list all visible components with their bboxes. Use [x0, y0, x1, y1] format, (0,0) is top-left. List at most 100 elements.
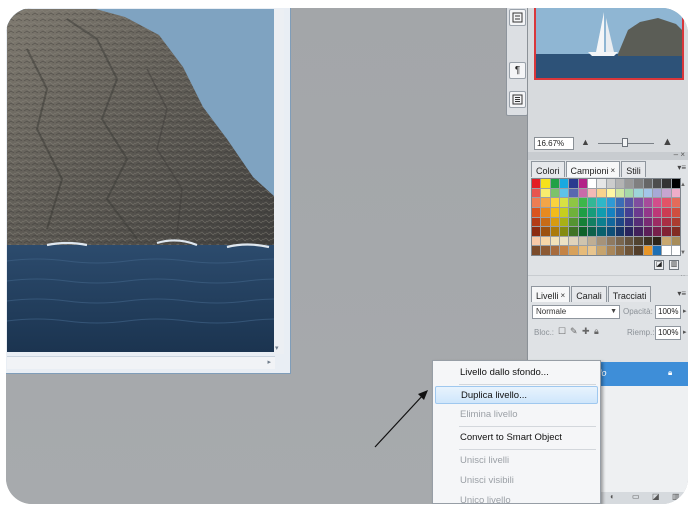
- color-swatch[interactable]: [643, 198, 653, 207]
- color-swatch[interactable]: [653, 207, 662, 217]
- color-swatch[interactable]: [550, 246, 559, 255]
- new-layer-icon[interactable]: ◪: [652, 492, 660, 501]
- color-swatch[interactable]: [559, 179, 569, 188]
- color-swatch[interactable]: [550, 188, 559, 198]
- color-swatch[interactable]: [578, 246, 587, 255]
- color-swatch[interactable]: [532, 227, 541, 236]
- color-swatch[interactable]: [643, 246, 653, 255]
- new-swatch-icon[interactable]: ◪: [654, 260, 664, 270]
- color-swatch[interactable]: [625, 217, 634, 227]
- color-swatch[interactable]: [662, 188, 671, 198]
- color-swatch[interactable]: [550, 236, 559, 246]
- color-swatch[interactable]: [643, 207, 653, 217]
- color-swatch[interactable]: [643, 179, 653, 188]
- color-swatch[interactable]: [587, 179, 597, 188]
- color-swatch[interactable]: [671, 188, 680, 198]
- color-swatch[interactable]: [625, 198, 634, 207]
- color-swatch[interactable]: [550, 207, 559, 217]
- lock-position-icon[interactable]: ✚: [582, 326, 590, 337]
- context-menu-item[interactable]: Convert to Smart Object: [435, 428, 598, 448]
- opacity-arrow-icon[interactable]: ▸: [683, 307, 687, 315]
- color-swatch[interactable]: [578, 236, 587, 246]
- color-swatch[interactable]: [615, 236, 625, 246]
- color-swatch[interactable]: [578, 227, 587, 236]
- color-swatch[interactable]: [541, 227, 550, 236]
- color-swatch[interactable]: [587, 198, 597, 207]
- color-swatch[interactable]: [559, 246, 569, 255]
- color-swatch[interactable]: [541, 198, 550, 207]
- color-swatch[interactable]: [569, 236, 578, 246]
- color-swatch[interactable]: [587, 236, 597, 246]
- trash-icon[interactable]: ▥: [669, 260, 679, 270]
- color-swatch[interactable]: [625, 246, 634, 255]
- color-swatch[interactable]: [615, 227, 625, 236]
- color-swatch[interactable]: [606, 236, 615, 246]
- panel-collapse-icon[interactable]: – ×: [674, 150, 685, 159]
- color-swatch[interactable]: [606, 217, 615, 227]
- color-swatch[interactable]: [569, 217, 578, 227]
- color-swatch[interactable]: [634, 198, 643, 207]
- color-swatch[interactable]: [662, 227, 671, 236]
- color-swatch[interactable]: [606, 179, 615, 188]
- blend-mode-select[interactable]: Normale ▼: [532, 305, 620, 319]
- swatches-panel-header[interactable]: – ×: [528, 150, 688, 160]
- color-swatch[interactable]: [634, 227, 643, 236]
- color-swatch[interactable]: [671, 217, 680, 227]
- color-swatch[interactable]: [662, 217, 671, 227]
- color-swatch[interactable]: [532, 198, 541, 207]
- color-swatch[interactable]: [541, 236, 550, 246]
- color-swatch[interactable]: [597, 217, 606, 227]
- color-swatch[interactable]: [615, 198, 625, 207]
- color-swatch[interactable]: [541, 217, 550, 227]
- color-swatch[interactable]: [587, 207, 597, 217]
- navigator-thumbnail[interactable]: [534, 8, 684, 80]
- color-swatch[interactable]: [587, 188, 597, 198]
- color-swatch[interactable]: [587, 227, 597, 236]
- tab-canali[interactable]: Canali: [571, 286, 607, 302]
- character-icon[interactable]: [509, 9, 526, 26]
- context-menu-item[interactable]: Elimina livello: [435, 405, 598, 425]
- tab-colori[interactable]: Colori: [531, 161, 565, 177]
- color-swatch[interactable]: [559, 198, 569, 207]
- color-swatch[interactable]: [569, 246, 578, 255]
- color-swatch[interactable]: [587, 217, 597, 227]
- fill-field[interactable]: 100%: [655, 326, 681, 340]
- color-swatch[interactable]: [597, 198, 606, 207]
- color-swatch[interactable]: [671, 198, 680, 207]
- color-swatch[interactable]: [597, 236, 606, 246]
- zoom-out-icon[interactable]: ▲: [581, 137, 590, 147]
- color-swatch[interactable]: [606, 246, 615, 255]
- color-swatch[interactable]: [606, 227, 615, 236]
- color-swatch[interactable]: [625, 207, 634, 217]
- color-swatch[interactable]: [606, 207, 615, 217]
- color-swatch[interactable]: [634, 236, 643, 246]
- color-swatch[interactable]: [532, 236, 541, 246]
- color-swatch[interactable]: [653, 188, 662, 198]
- color-swatch[interactable]: [643, 217, 653, 227]
- color-swatch[interactable]: [615, 179, 625, 188]
- color-swatch[interactable]: [569, 227, 578, 236]
- color-swatch[interactable]: [569, 188, 578, 198]
- lock-transparency-icon[interactable]: ☐: [558, 326, 566, 337]
- color-swatch[interactable]: [671, 207, 680, 217]
- document-canvas[interactable]: [7, 9, 275, 352]
- color-swatch[interactable]: [569, 198, 578, 207]
- color-swatch[interactable]: [550, 227, 559, 236]
- color-swatch[interactable]: [615, 207, 625, 217]
- adjustment-layer-icon[interactable]: ◐: [610, 492, 615, 501]
- tab-livelli[interactable]: Livelli ×: [531, 286, 571, 302]
- zoom-field[interactable]: 16.67%: [534, 137, 574, 150]
- color-swatch[interactable]: [615, 246, 625, 255]
- color-swatch[interactable]: [559, 217, 569, 227]
- color-swatch[interactable]: [662, 246, 671, 255]
- scroll-right-arrow-icon[interactable]: ▸: [267, 358, 271, 366]
- color-swatch[interactable]: [643, 188, 653, 198]
- color-swatch[interactable]: [550, 217, 559, 227]
- color-swatch[interactable]: [578, 198, 587, 207]
- document-window[interactable]: ▾ ▸: [6, 8, 291, 374]
- close-tab-icon[interactable]: ×: [561, 291, 566, 300]
- color-swatch[interactable]: [653, 179, 662, 188]
- delete-layer-icon[interactable]: ▥: [672, 492, 680, 501]
- color-swatch[interactable]: [634, 246, 643, 255]
- color-swatch[interactable]: [559, 236, 569, 246]
